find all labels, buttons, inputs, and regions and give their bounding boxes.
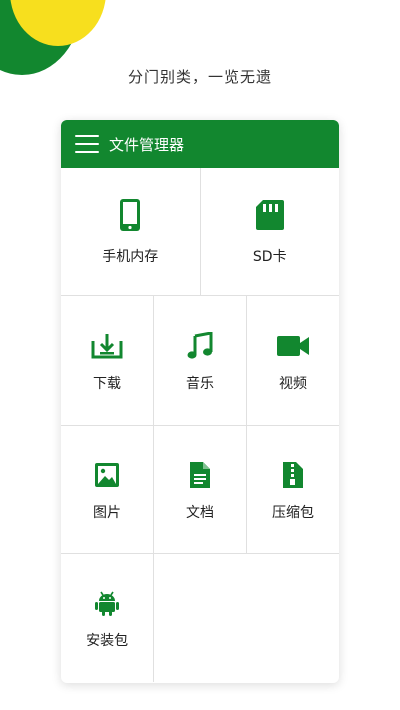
category-apks[interactable]: 安装包 [61, 554, 155, 682]
empty-cell [154, 554, 246, 682]
tagline-text: 分门别类，一览无遗 [127, 68, 272, 86]
download-icon [90, 329, 124, 363]
category-phone-storage[interactable]: 手机内存 [61, 168, 201, 295]
category-row: 手机内存 SD卡 [61, 168, 339, 296]
category-music[interactable]: 音乐 [154, 296, 247, 425]
category-label: 手机内存 [102, 248, 159, 265]
music-note-icon [183, 329, 217, 363]
card-title: 文件管理器 [109, 135, 185, 154]
category-sd-card[interactable]: SD卡 [201, 168, 340, 295]
app-intro-screen: 分门别类，一览无遗 文件管理器 手机内存 SD卡 下载 音乐 视频 图片 文档 … [0, 0, 400, 710]
category-label: 压缩包 [272, 504, 314, 521]
sd-card-icon [253, 198, 287, 232]
document-icon [183, 458, 217, 492]
category-video[interactable]: 视频 [247, 296, 339, 425]
file-manager-card: 文件管理器 手机内存 SD卡 下载 音乐 视频 图片 文档 压缩包 安装包 [61, 120, 339, 683]
image-icon [90, 458, 124, 492]
card-header: 文件管理器 [61, 120, 339, 168]
category-row: 下载 音乐 视频 [61, 296, 339, 426]
category-label: 安装包 [86, 633, 129, 649]
category-row: 图片 文档 压缩包 [61, 426, 339, 554]
category-label: 音乐 [186, 375, 214, 392]
archive-zip-icon [276, 458, 310, 492]
category-label: 下载 [93, 375, 121, 392]
empty-cell [247, 554, 339, 682]
category-label: SD卡 [252, 248, 287, 265]
category-label: 图片 [93, 504, 121, 521]
category-images[interactable]: 图片 [61, 426, 154, 553]
phone-icon [113, 198, 147, 232]
android-icon [90, 586, 124, 620]
category-archives[interactable]: 压缩包 [247, 426, 339, 553]
category-documents[interactable]: 文档 [154, 426, 247, 553]
video-camera-icon [276, 329, 310, 363]
category-label: 视频 [279, 375, 307, 392]
category-row: 安装包 [61, 554, 339, 682]
category-downloads[interactable]: 下载 [61, 296, 154, 425]
hamburger-menu-icon[interactable] [75, 135, 99, 153]
category-label: 文档 [186, 504, 214, 521]
